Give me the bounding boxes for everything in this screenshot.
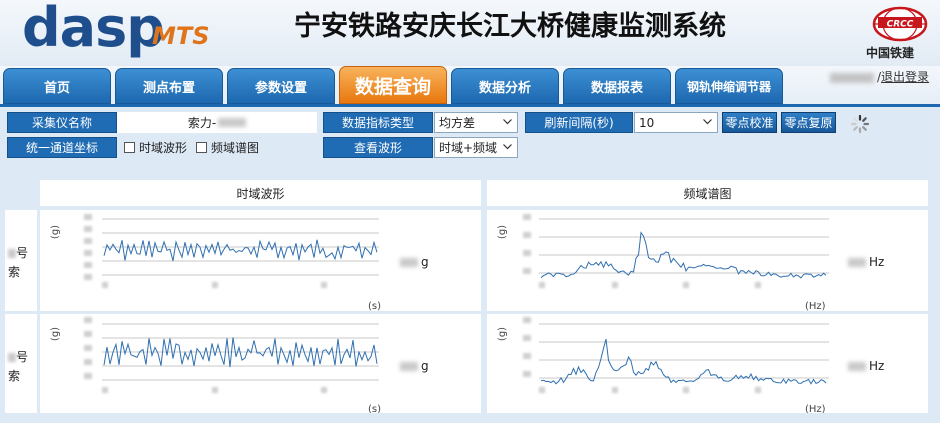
channel-2-label-bottom: 索 (8, 369, 21, 383)
chevron-down-icon (503, 119, 512, 125)
time-y-unit: (g) (50, 327, 61, 341)
channel-number-redacted (8, 249, 16, 258)
indicator-type-label: 数据指标类型 (323, 112, 433, 133)
tab-parameter-settings[interactable]: 参数设置 (227, 68, 335, 104)
time-waveform-checkbox-label: 时域波形 (139, 141, 188, 155)
mts-logo-suffix: MTS (152, 22, 210, 50)
value-redacted (400, 258, 418, 267)
chevron-down-icon (503, 144, 512, 150)
tab-measuring-points[interactable]: 测点布置 (115, 68, 223, 104)
channel-1-rms-unit: g (421, 255, 429, 269)
time-waveform-checkbox[interactable]: 时域波形 (124, 139, 187, 156)
instrument-name-redacted (218, 118, 247, 127)
chevron-down-icon (703, 119, 712, 125)
main-nav: 首页 测点布置 参数设置 数据查询 数据分析 数据报表 钢轨伸缩调节器 (0, 66, 940, 104)
view-waveform-value: 时域+频域 (439, 141, 498, 155)
time-waveform-header: 时域波形 (40, 180, 481, 206)
freq-spectrum-line-2 (540, 338, 827, 385)
app-header: dasp MTS 宁安铁路安庆长江大桥健康监测系统 CRCC 中国铁建 (0, 0, 940, 66)
refresh-interval-value: 10 (639, 115, 655, 130)
channel-1-rms-value: g (400, 255, 429, 269)
channel-1-freq-unit: Hz (869, 255, 885, 269)
checkbox-box[interactable] (124, 142, 135, 153)
checkbox-box[interactable] (196, 142, 207, 153)
tab-data-report[interactable]: 数据报表 (563, 68, 671, 104)
company-name: 中国铁建 (866, 46, 915, 60)
dasp-logo: dasp (22, 0, 165, 59)
indicator-type-value: 均方差 (439, 116, 476, 130)
system-title: 宁安铁路安庆长江大桥健康监测系统 (294, 11, 726, 42)
view-waveform-select[interactable]: 时域+频域 (434, 137, 518, 158)
value-redacted (400, 362, 418, 371)
freq-y-unit: (g) (497, 225, 508, 239)
freq-spectrum-checkbox-label: 频域谱图 (211, 141, 260, 155)
crcc-logo-text: CRCC (887, 20, 914, 30)
crcc-logo-icon: CRCC (872, 6, 928, 42)
value-redacted (848, 362, 866, 371)
tab-data-analysis[interactable]: 数据分析 (451, 68, 559, 104)
user-area: /退出登录 (830, 68, 929, 85)
channel-2-freq-unit: Hz (869, 359, 885, 373)
time-waveform-line-1 (103, 239, 378, 262)
instrument-name-text: 索力- (187, 116, 217, 130)
tab-rail-expansion-regulator[interactable]: 钢轨伸缩调节器 (675, 68, 783, 104)
freq-spectrum-header: 频域谱图 (487, 180, 928, 206)
unify-axis-label: 统一通道坐标 (7, 137, 117, 158)
time-x-unit: (s) (368, 301, 381, 311)
channel-1-freq-value: Hz (848, 255, 884, 269)
channel-2-rms-unit: g (421, 359, 429, 373)
freq-x-unit: (Hz) (805, 301, 826, 311)
channel-2-rms-value: g (400, 359, 429, 373)
time-y-unit: (g) (50, 225, 61, 239)
view-waveform-label: 查看波形 (323, 137, 433, 158)
channel-2-label: 号 索 (5, 314, 37, 413)
y-tick-blurs (84, 214, 327, 288)
channel-1-label: 号 索 (5, 210, 37, 311)
channel-1-label-top: 号 (16, 246, 29, 260)
channel-2-freq-value: Hz (848, 359, 884, 373)
tab-data-query[interactable]: 数据查询 (339, 66, 447, 104)
channel-1-label-bottom: 索 (8, 265, 21, 279)
freq-spectrum-checkbox[interactable]: 频域谱图 (196, 139, 259, 156)
channel-2-label-top: 号 (16, 350, 29, 364)
freq-x-unit: (Hz) (805, 404, 826, 413)
instrument-name-label: 采集仪名称 (7, 112, 117, 133)
zero-restore-button[interactable]: 零点复原 (781, 112, 836, 133)
refresh-interval-select[interactable]: 10 (634, 112, 718, 133)
freq-y-unit: (g) (497, 327, 508, 341)
user-name-redacted (830, 72, 874, 83)
value-redacted (848, 258, 866, 267)
indicator-type-select[interactable]: 均方差 (434, 112, 518, 133)
refresh-interval-label: 刷新间隔(秒) (525, 112, 633, 133)
grid-lines (102, 218, 379, 276)
instrument-name-value: 索力- (117, 112, 317, 133)
channel-number-redacted (8, 353, 16, 362)
logout-link[interactable]: 退出登录 (881, 70, 929, 84)
zero-calibrate-button[interactable]: 零点校准 (722, 112, 777, 133)
loading-spinner-icon (850, 114, 870, 134)
tab-home[interactable]: 首页 (3, 68, 111, 104)
time-x-unit: (s) (368, 404, 381, 413)
